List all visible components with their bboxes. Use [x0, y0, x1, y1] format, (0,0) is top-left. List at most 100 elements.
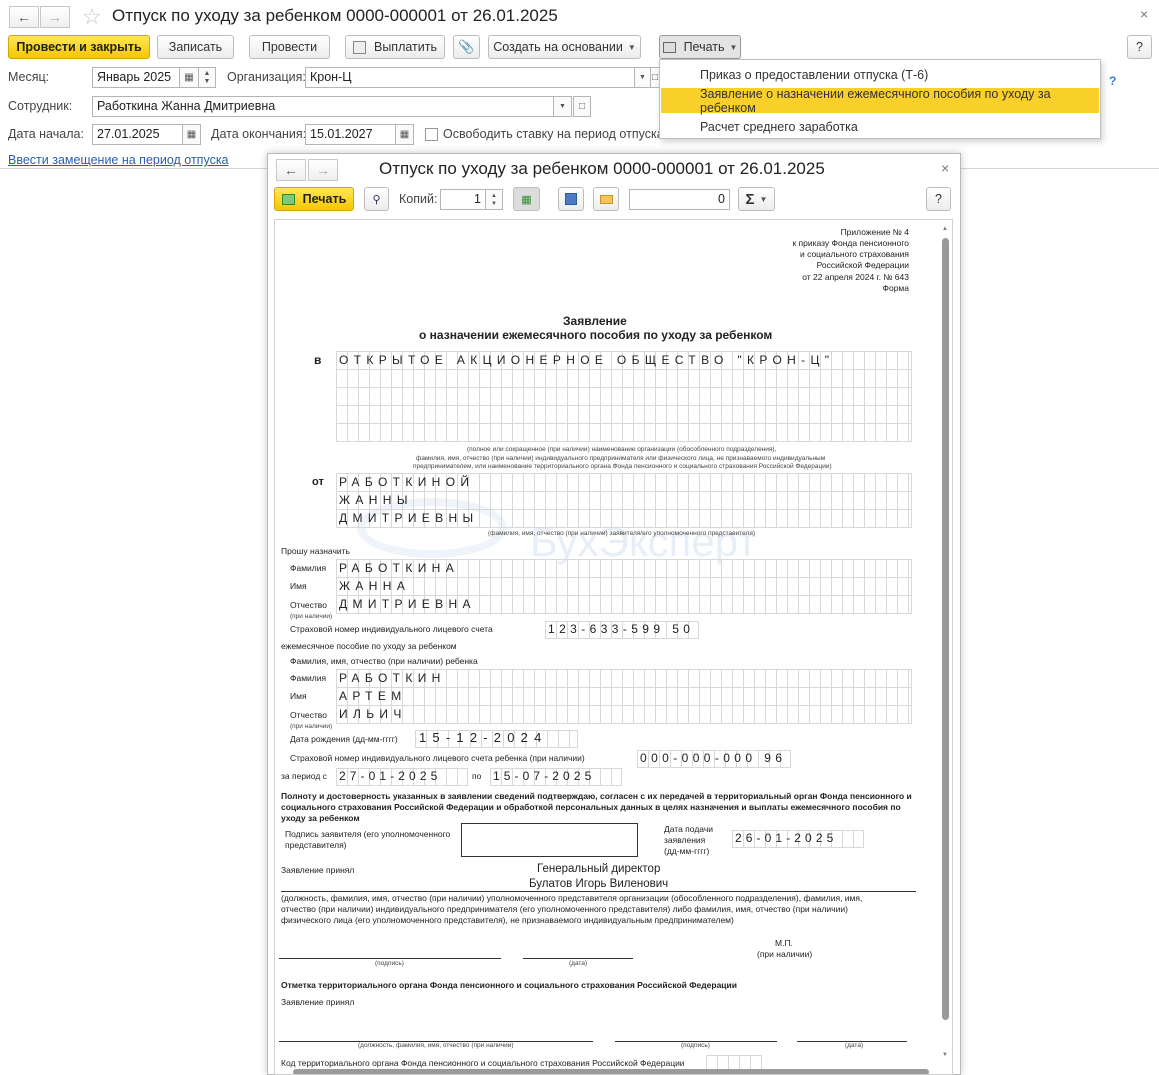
appendix-line: и социального страхования: [799, 249, 909, 259]
edit-table-icon: ▦: [521, 193, 532, 206]
preview-zoom-button[interactable]: ⚲: [364, 187, 389, 211]
magnifier-icon: ⚲: [372, 193, 381, 206]
child-name-label: Имя: [290, 691, 307, 701]
favorite-star-icon[interactable]: ☆: [82, 4, 102, 30]
employee-label: Сотрудник:: [8, 99, 73, 113]
submit-date-label: Дата подачи: [664, 824, 714, 834]
replacement-link[interactable]: Ввести замещение на период отпуска: [8, 153, 229, 167]
save-button[interactable]: Записать: [157, 35, 234, 59]
from-line: РАБОТКИНОЙ: [339, 475, 475, 489]
benefit-label: ежемесячное пособие по уходу за ребенком: [281, 641, 457, 651]
start-date-field[interactable]: 27.01.2025: [92, 124, 183, 145]
preview-back-button[interactable]: ←: [276, 159, 306, 181]
printer-icon: [281, 193, 295, 205]
help-button[interactable]: ?: [1127, 35, 1152, 59]
print-menu-button[interactable]: Печать ▼: [659, 35, 741, 59]
employee-open-icon[interactable]: □: [573, 96, 591, 117]
back-button[interactable]: ←: [9, 6, 39, 28]
form-help-icon[interactable]: ?: [1109, 74, 1116, 88]
doc-subheading: о назначении ежемесячного пособия по ухо…: [419, 328, 773, 342]
calendar-icon[interactable]: ▦: [182, 124, 201, 145]
snils-label: Страховой номер индивидуального лицевого…: [290, 624, 493, 634]
copies-stepper[interactable]: ▲ ▼: [485, 189, 503, 210]
chevron-down-icon: ▼: [759, 194, 768, 204]
sum-mode-button[interactable]: Σ ▼: [738, 187, 775, 211]
submit-date-label: (дд-мм-гггг): [664, 846, 710, 856]
period-to-value: 15-07-2025: [493, 769, 596, 783]
vertical-scrollbar[interactable]: [942, 238, 949, 1020]
patronymic-label: Отчество: [290, 600, 327, 610]
position-note: физического лица (его уполномоченного пр…: [281, 915, 734, 925]
org-note: предпринимателем, или наименование терри…: [413, 463, 832, 470]
save-doc-button[interactable]: [558, 187, 584, 211]
calendar-icon[interactable]: ▦: [395, 124, 414, 145]
appendix-line: от 22 апреля 2024 г. № 643: [802, 272, 909, 282]
child-fio-label: Фамилия, имя, отчество (при наличии) реб…: [290, 656, 478, 666]
sigma-icon: Σ: [745, 190, 755, 208]
director-name: Булатов Игорь Виленович: [529, 878, 669, 890]
surname-value: РАБОТКИНА: [339, 561, 460, 575]
attach-button[interactable]: 📎: [453, 35, 480, 59]
organization-dropdown-icon[interactable]: ▼: [634, 67, 651, 88]
submit-date-value: 26-01-2025: [735, 831, 838, 845]
sum-field: 0: [629, 189, 730, 210]
child-surname-value: РАБОТКИН: [339, 671, 446, 685]
horizontal-scrollbar[interactable]: [293, 1069, 929, 1074]
printer-icon: [662, 41, 676, 53]
doc-heading: Заявление: [563, 314, 627, 328]
scroll-down-icon[interactable]: ▼: [942, 1052, 948, 1058]
employee-field[interactable]: Работкина Жанна Дмитриевна: [92, 96, 554, 117]
appendix-line: Российской Федерации: [816, 260, 909, 270]
free-rate-checkbox[interactable]: [425, 128, 438, 141]
end-date-field[interactable]: 15.01.2027: [305, 124, 396, 145]
month-field[interactable]: Январь 2025: [92, 67, 180, 88]
preview-forward-button[interactable]: →: [308, 159, 338, 181]
copies-field[interactable]: 1: [440, 189, 486, 210]
menu-item-order-t6[interactable]: Приказ о предоставлении отпуска (Т-6): [661, 62, 1099, 87]
menu-item-benefit-application[interactable]: Заявление о назначении ежемесячного посо…: [661, 87, 1099, 115]
header-divider: [0, 168, 267, 169]
post-button[interactable]: Провести: [249, 35, 330, 59]
signature-box: [461, 823, 638, 857]
appendix-line: к приказу Фонда пенсионного: [792, 238, 909, 248]
month-stepper[interactable]: ▲ ▼: [198, 67, 216, 88]
birth-label: Дата рождения (дд-мм-гггг): [290, 734, 398, 744]
fund-code-label: Код территориального органа Фонда пенсио…: [281, 1058, 685, 1068]
if-any-note: (при наличии): [290, 723, 333, 730]
close-icon[interactable]: ×: [1140, 6, 1148, 22]
send-email-button[interactable]: [593, 187, 619, 211]
from-note: (фамилия, имя, отчество (при наличии) за…: [488, 530, 756, 537]
forward-button[interactable]: →: [40, 6, 70, 28]
edit-mode-button[interactable]: ▦: [513, 187, 540, 211]
employee-dropdown-icon[interactable]: ▼: [553, 96, 572, 117]
menu-item-average-earnings[interactable]: Расчет среднего заработка: [661, 114, 1099, 139]
name-label: Имя: [290, 581, 307, 591]
create-based-button[interactable]: Создать на основании ▼: [488, 35, 641, 59]
sign-note: (подпись): [375, 960, 404, 967]
chevron-down-icon: ▼: [627, 42, 636, 52]
sign-label: Подпись заявителя (его уполномоченного: [285, 829, 451, 839]
pay-icon: [352, 40, 366, 54]
paperclip-icon: 📎: [458, 39, 475, 54]
print-label: Печать: [683, 40, 725, 54]
confirm-line: уходу за ребенком: [281, 813, 360, 823]
create-based-label: Создать на основании: [493, 40, 623, 54]
appendix-line: Приложение № 4: [840, 227, 909, 237]
preview-print-button[interactable]: Печать: [274, 187, 354, 211]
stamp-label: М.П.: [775, 938, 793, 948]
child-snils-value: 000-000-000 96: [640, 751, 787, 765]
submit-date-label: заявления: [664, 835, 706, 845]
post-and-close-button[interactable]: Провести и закрыть: [8, 35, 150, 59]
preview-title: Отпуск по уходу за ребенком 0000-000001 …: [379, 159, 825, 178]
free-rate-label: Освободить ставку на период отпуска: [443, 127, 664, 141]
preview-help-button[interactable]: ?: [926, 187, 951, 211]
pay-button[interactable]: Выплатить: [345, 35, 445, 59]
date-underline: [523, 958, 633, 959]
organization-field[interactable]: Крон-Ц: [305, 67, 635, 88]
scroll-up-icon[interactable]: ▲: [942, 226, 948, 232]
period-label: за период с: [281, 771, 327, 781]
date-note: (дата): [569, 960, 588, 967]
preview-close-icon[interactable]: ×: [941, 160, 949, 176]
calendar-icon[interactable]: ▦: [179, 67, 199, 88]
sign-note-2: (подпись): [681, 1042, 710, 1049]
